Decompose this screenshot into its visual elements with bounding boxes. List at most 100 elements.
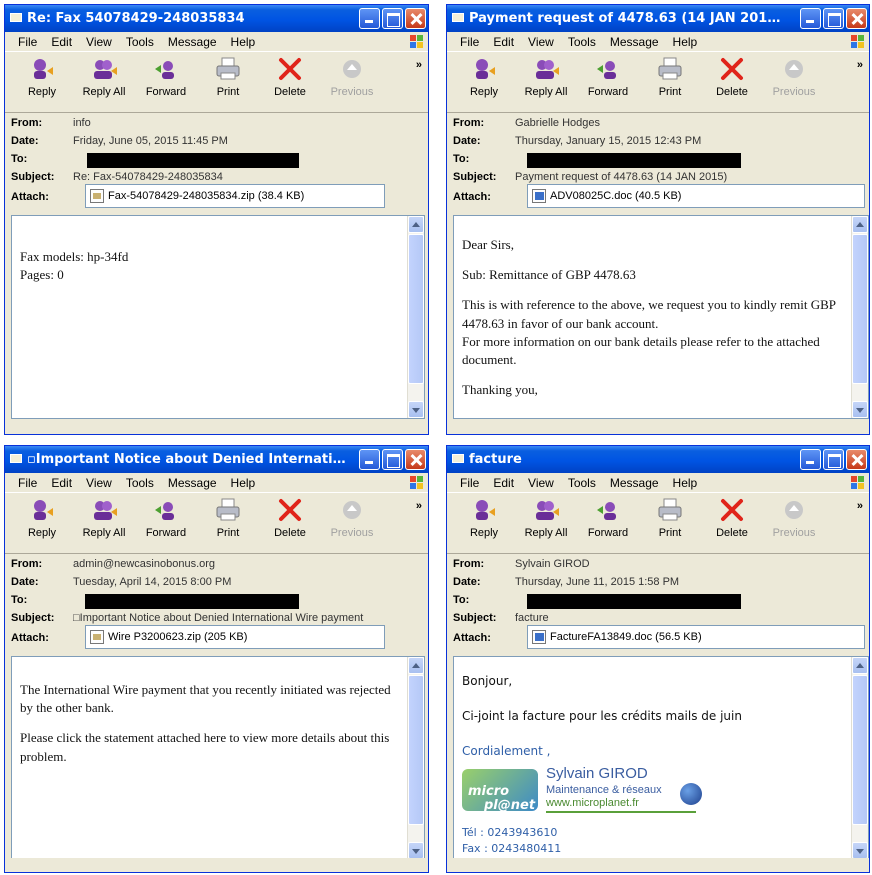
menu-message[interactable]: Message [161,35,224,49]
menu-tools[interactable]: Tools [561,35,603,49]
body-line: Thanking you, [462,382,538,398]
title-bar[interactable]: Re: Fax 54078429-248035834 [5,5,428,32]
menu-edit[interactable]: Edit [44,476,79,490]
attachment-field[interactable]: Wire P3200623.zip (205 KB) [85,625,385,649]
message-body[interactable]: Bonjour, Ci-joint la facture pour les cr… [453,656,869,860]
menu-help[interactable]: Help [224,476,263,490]
close-button[interactable] [405,449,426,470]
reply-icon [34,500,53,520]
vertical-scrollbar[interactable] [407,657,424,859]
signature-website[interactable]: www.microplanet.fr [546,796,639,811]
menu-view[interactable]: View [521,35,561,49]
title-bar[interactable]: ▫Important Notice about Denied Internati… [5,446,428,473]
scroll-down-button[interactable] [408,842,424,859]
toolbar-overflow-icon[interactable]: » [857,59,863,71]
vertical-scrollbar[interactable] [851,657,868,859]
menu-tools[interactable]: Tools [561,476,603,490]
scroll-thumb[interactable] [852,675,868,825]
delete-button[interactable]: Delete [701,53,763,112]
reply-button[interactable]: Reply [11,494,73,553]
previous-button[interactable]: Previous [763,494,825,553]
menu-edit[interactable]: Edit [44,35,79,49]
toolbar: Reply Reply All Forward Print Delete Pre… [447,53,869,113]
scroll-down-button[interactable] [852,842,868,859]
message-body[interactable]: Fax models: hp-34fd Pages: 0 [11,215,425,419]
menu-tools[interactable]: Tools [119,476,161,490]
close-button[interactable] [405,8,426,29]
reply-all-button[interactable]: Reply All [73,494,135,553]
toolbar-overflow-icon[interactable]: » [857,500,863,512]
menu-message[interactable]: Message [161,476,224,490]
scroll-thumb[interactable] [408,234,424,384]
forward-button[interactable]: Forward [577,494,639,553]
print-button[interactable]: Print [197,53,259,112]
menu-edit[interactable]: Edit [486,476,521,490]
scroll-down-button[interactable] [852,401,868,418]
vertical-scrollbar[interactable] [851,216,868,418]
forward-button[interactable]: Forward [135,53,197,112]
attachment-field[interactable]: FactureFA13849.doc (56.5 KB) [527,625,865,649]
close-button[interactable] [846,449,867,470]
minimize-button[interactable] [359,449,380,470]
previous-button[interactable]: Previous [321,53,383,112]
menu-view[interactable]: View [521,476,561,490]
toolbar-overflow-icon[interactable]: » [416,59,422,71]
forward-button[interactable]: Forward [135,494,197,553]
print-button[interactable]: Print [197,494,259,553]
minimize-button[interactable] [800,449,821,470]
windows-flag-icon [851,476,865,490]
message-body[interactable]: The International Wire payment that you … [11,656,425,860]
attachment-field[interactable]: ADV08025C.doc (40.5 KB) [527,184,865,208]
delete-button[interactable]: Delete [259,494,321,553]
menu-view[interactable]: View [79,35,119,49]
message-body[interactable]: Dear Sirs, Sub: Remittance of GBP 4478.6… [453,215,869,419]
vertical-scrollbar[interactable] [407,216,424,418]
menu-edit[interactable]: Edit [486,35,521,49]
print-button[interactable]: Print [639,53,701,112]
reply-button[interactable]: Reply [453,494,515,553]
title-bar[interactable]: facture [447,446,869,473]
minimize-button[interactable] [359,8,380,29]
message-header: From: Sylvain GIROD Date: Thursday, June 1… [447,556,869,652]
maximize-button[interactable] [823,8,844,29]
scroll-up-button[interactable] [852,657,868,674]
maximize-button[interactable] [823,449,844,470]
reply-button[interactable]: Reply [11,53,73,112]
menu-help[interactable]: Help [224,35,263,49]
menu-message[interactable]: Message [603,476,666,490]
scroll-thumb[interactable] [852,234,868,384]
scroll-thumb[interactable] [408,675,424,825]
scroll-up-button[interactable] [408,657,424,674]
delete-button[interactable]: Delete [701,494,763,553]
attachment-field[interactable]: Fax-54078429-248035834.zip (38.4 KB) [85,184,385,208]
forward-button[interactable]: Forward [577,53,639,112]
delete-icon [721,58,743,80]
menu-message[interactable]: Message [603,35,666,49]
title-bar[interactable]: Payment request of 4478.63 (14 JAN 2015)… [447,5,869,32]
menu-tools[interactable]: Tools [119,35,161,49]
toolbar-overflow-icon[interactable]: » [416,500,422,512]
minimize-button[interactable] [800,8,821,29]
menu-file[interactable]: File [11,35,44,49]
menu-file[interactable]: File [11,476,44,490]
menu-file[interactable]: File [453,476,486,490]
menu-bar: File Edit View Tools Message Help [447,32,869,52]
delete-button[interactable]: Delete [259,53,321,112]
scroll-down-button[interactable] [408,401,424,418]
maximize-button[interactable] [382,8,403,29]
reply-button[interactable]: Reply [453,53,515,112]
print-button[interactable]: Print [639,494,701,553]
maximize-button[interactable] [382,449,403,470]
reply-all-button[interactable]: Reply All [515,494,577,553]
menu-help[interactable]: Help [666,476,705,490]
scroll-up-button[interactable] [852,216,868,233]
previous-button[interactable]: Previous [321,494,383,553]
reply-all-button[interactable]: Reply All [73,53,135,112]
close-button[interactable] [846,8,867,29]
menu-help[interactable]: Help [666,35,705,49]
menu-view[interactable]: View [79,476,119,490]
menu-file[interactable]: File [453,35,486,49]
previous-button[interactable]: Previous [763,53,825,112]
reply-all-button[interactable]: Reply All [515,53,577,112]
scroll-up-button[interactable] [408,216,424,233]
